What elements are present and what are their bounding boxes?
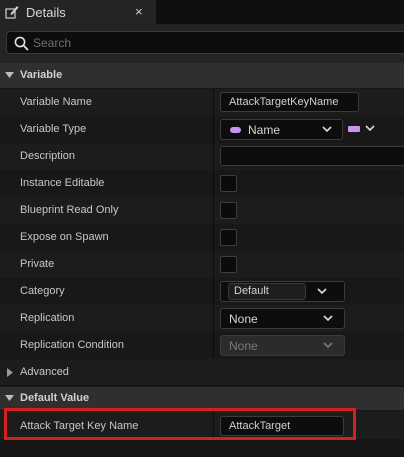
search-icon [14, 36, 29, 51]
row-variable-name: Variable Name AttackTargetKeyName [0, 89, 404, 116]
property-label: Private [20, 258, 55, 270]
column-splitter[interactable] [213, 197, 214, 224]
property-label: Replication Condition [20, 339, 124, 351]
property-label: Expose on Spawn [20, 231, 109, 243]
row-replication-condition: Replication Condition None [0, 332, 404, 359]
property-label: Variable Name [20, 96, 92, 108]
advanced-label: Advanced [20, 366, 69, 378]
row-blueprint-read-only: Blueprint Read Only [0, 197, 404, 224]
column-splitter[interactable] [213, 170, 214, 197]
row-replication: Replication None [0, 305, 404, 332]
property-label: Category [20, 285, 65, 297]
private-checkbox[interactable] [220, 256, 237, 273]
container-type-pill-icon [348, 126, 360, 132]
property-label: Variable Type [20, 123, 87, 135]
row-instance-editable: Instance Editable [0, 170, 404, 197]
row-description: Description [0, 143, 404, 170]
chevron-down-icon [317, 288, 327, 295]
column-splitter[interactable] [213, 305, 214, 332]
highlight-annotation-box [4, 408, 356, 440]
close-tab-icon[interactable]: × [135, 4, 143, 20]
category-label: Variable [20, 69, 63, 81]
chevron-down-icon [322, 126, 332, 133]
property-label: Description [20, 150, 76, 162]
search-row [0, 24, 404, 63]
variable-type-dropdown[interactable]: Name [220, 119, 343, 140]
expand-arrow-down-icon [5, 72, 14, 78]
replication-condition-dropdown: None [220, 335, 345, 356]
category-default-value[interactable]: Default Value [0, 387, 404, 410]
column-splitter[interactable] [213, 143, 214, 170]
tab-title: Details [26, 5, 66, 20]
instance-editable-checkbox[interactable] [220, 175, 237, 192]
column-splitter[interactable] [213, 224, 214, 251]
replication-dropdown[interactable]: None [220, 308, 345, 329]
row-category: Category Default [0, 278, 404, 305]
replication-value: None [229, 312, 258, 326]
column-splitter[interactable] [213, 251, 214, 278]
column-splitter[interactable] [213, 89, 214, 116]
variable-type-value: Name [248, 123, 281, 137]
column-splitter[interactable] [213, 278, 214, 305]
search-box[interactable] [6, 31, 404, 54]
row-private: Private [0, 251, 404, 278]
details-tab[interactable]: Details × [0, 0, 156, 24]
property-label: Blueprint Read Only [20, 204, 119, 216]
variable-name-field[interactable]: AttackTargetKeyName [220, 92, 359, 112]
chevron-down-icon [365, 125, 375, 132]
description-field[interactable] [220, 146, 404, 166]
category-combo[interactable]: Default [220, 281, 345, 302]
chevron-down-icon [323, 342, 333, 349]
expand-arrow-right-icon [7, 368, 13, 377]
row-expose-on-spawn: Expose on Spawn [0, 224, 404, 251]
advanced-expander[interactable]: Advanced [0, 359, 404, 385]
category-text-field[interactable]: Default [228, 283, 306, 300]
panel-bottom [0, 439, 404, 457]
replication-condition-value: None [229, 339, 258, 353]
blueprint-read-only-checkbox[interactable] [220, 202, 237, 219]
category-variable[interactable]: Variable [0, 63, 404, 88]
chevron-down-icon [323, 315, 333, 322]
expose-on-spawn-checkbox[interactable] [220, 229, 237, 246]
expand-arrow-down-icon [5, 395, 14, 401]
container-type-dropdown[interactable] [348, 119, 380, 140]
category-value: Default [234, 285, 269, 297]
details-pencil-icon [5, 6, 19, 19]
name-type-pill-icon [230, 127, 241, 133]
row-variable-type: Variable Type Name [0, 116, 404, 143]
tab-bar: Details × [0, 0, 404, 24]
search-input[interactable] [33, 34, 333, 51]
column-splitter[interactable] [213, 116, 214, 143]
property-label: Replication [20, 312, 75, 324]
property-label: Instance Editable [20, 177, 105, 189]
column-splitter[interactable] [213, 332, 214, 359]
details-panel: Details × Variable Variable Name AttackT… [0, 0, 404, 457]
category-label: Default Value [20, 392, 90, 404]
